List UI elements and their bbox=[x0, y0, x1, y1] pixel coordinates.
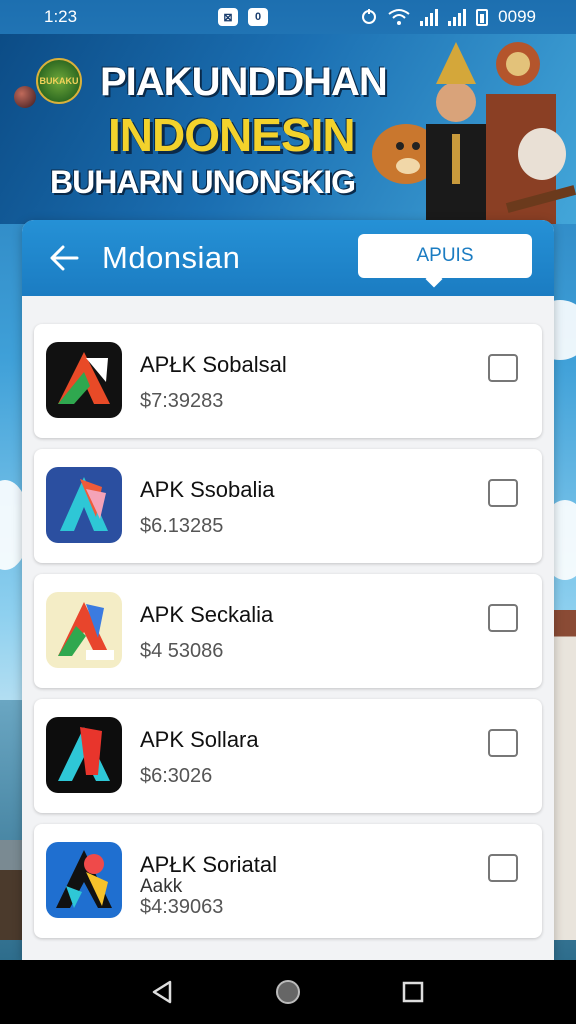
app-price: $6:3026 bbox=[140, 765, 213, 787]
select-checkbox[interactable] bbox=[488, 729, 518, 757]
app-price: $6.13285 bbox=[140, 515, 224, 537]
nav-recents-button[interactable] bbox=[393, 972, 433, 1012]
app-name: APŁK Soriatal bbox=[140, 852, 277, 877]
battery-level: 0099 bbox=[498, 7, 536, 26]
status-bar: 1:23 0099 bbox=[0, 0, 576, 34]
recents-icon bbox=[403, 981, 424, 1003]
app-list: APŁK Sobalsal $7:39283 APK Ssobalia $6.1… bbox=[34, 324, 542, 949]
back-button[interactable] bbox=[46, 240, 82, 276]
app-price: $4 53086 bbox=[140, 640, 224, 662]
signal-icon-2 bbox=[448, 8, 467, 26]
home-icon bbox=[275, 980, 300, 1004]
app-name: APK Sollara bbox=[140, 727, 259, 752]
wifi-icon bbox=[388, 9, 410, 25]
sync-icon bbox=[362, 9, 377, 24]
select-checkbox[interactable] bbox=[488, 604, 518, 632]
list-item-app-3[interactable]: APK Seckalia $4 53086 bbox=[34, 574, 542, 688]
app-name: APŁK Sobalsal bbox=[140, 352, 287, 377]
nav-back-button[interactable] bbox=[143, 972, 183, 1012]
app-name: APK Seckalia bbox=[140, 602, 274, 627]
arrow-left-icon bbox=[50, 245, 79, 271]
banner-title: PIAKUNDDHAN bbox=[100, 60, 388, 104]
app-icon-5 bbox=[46, 842, 122, 918]
app-list-card: Mdonsian APUIS APŁK Sobalsal $7:39283 AP… bbox=[22, 220, 554, 960]
select-checkbox[interactable] bbox=[488, 479, 518, 507]
battery-icon bbox=[476, 8, 489, 26]
banner-logo: BUKAKU bbox=[36, 58, 82, 104]
planet-icon bbox=[14, 86, 36, 108]
apply-button[interactable]: APUIS bbox=[358, 234, 532, 278]
app-subtitle: Aakk bbox=[140, 876, 183, 897]
select-checkbox[interactable] bbox=[488, 354, 518, 382]
app-icon-2 bbox=[46, 467, 122, 543]
select-checkbox[interactable] bbox=[488, 854, 518, 882]
status-time: 1:23 bbox=[44, 7, 78, 26]
card-header: Mdonsian APUIS bbox=[22, 220, 554, 296]
app-icon-1 bbox=[46, 342, 122, 418]
system-nav-bar bbox=[0, 960, 576, 1024]
nav-home-button[interactable] bbox=[268, 972, 308, 1012]
page-title: Mdonsian bbox=[102, 240, 241, 275]
app-icon-3 bbox=[46, 592, 122, 668]
banner-characters-illustration bbox=[372, 42, 576, 224]
list-item-app-2[interactable]: APK Ssobalia $6.13285 bbox=[34, 449, 542, 563]
banner-headline: INDONESIN bbox=[108, 109, 356, 161]
list-item-app-4[interactable]: APK Sollara $6:3026 bbox=[34, 699, 542, 813]
back-icon bbox=[152, 980, 171, 1004]
signal-icon bbox=[420, 8, 439, 26]
banner-subtitle: BUHARN UNONSKIG bbox=[50, 164, 356, 200]
app-icon-4 bbox=[46, 717, 122, 793]
list-item-app-5[interactable]: APŁK Soriatal Aakk $4:39063 bbox=[34, 824, 542, 938]
list-item-app-1[interactable]: APŁK Sobalsal $7:39283 bbox=[34, 324, 542, 438]
app-price: $7:39283 bbox=[140, 390, 224, 412]
promo-banner[interactable]: BUKAKU PIAKUNDDHAN INDONESIN BUHARN UNON… bbox=[0, 34, 576, 224]
app-name: APK Ssobalia bbox=[140, 477, 275, 502]
app-price: $4:39063 bbox=[140, 896, 224, 918]
